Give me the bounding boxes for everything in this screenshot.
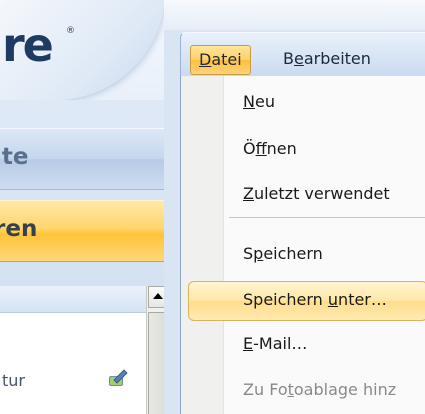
menu-bearbeiten[interactable]: Bearbeiten — [275, 45, 379, 73]
menu-icon-gutter — [181, 76, 223, 414]
registered-mark: ® — [66, 26, 75, 36]
nav-tab-label: ren — [0, 216, 38, 242]
menu-separator — [229, 217, 425, 218]
app-logo: re — [2, 18, 54, 72]
menu-item-speichern[interactable]: Speichern — [243, 244, 323, 263]
menu-item-zuletzt-verwendet[interactable]: Zuletzt verwendet — [243, 184, 390, 203]
title-strip — [164, 0, 425, 30]
logo-area: re ® — [0, 0, 175, 100]
menu-item-zu-fotoablage-disabled: Zu Fotoablage hinz — [243, 380, 397, 399]
gutter-divider — [223, 76, 224, 414]
menu-bar: Datei Bearbeiten — [180, 32, 425, 77]
menu-item-oeffnen[interactable]: Öffnen — [243, 139, 297, 158]
list-item-label: tur — [2, 371, 25, 390]
file-menu-dropdown: Neu Öffnen Zuletzt verwendet Speichern S… — [180, 76, 425, 414]
list-panel: tur — [0, 313, 146, 414]
menu-item-neu[interactable]: Neu — [243, 92, 275, 111]
list-item[interactable]: tur — [0, 361, 146, 401]
nav-tab-partial-ren-active[interactable]: ren — [0, 200, 175, 262]
menu-datei[interactable]: Datei — [190, 45, 251, 75]
nav-tab-partial-ite[interactable]: ite — [0, 128, 175, 190]
menu-item-email[interactable]: E-Mail… — [243, 334, 307, 353]
nav-tab-label: ite — [0, 144, 29, 170]
list-header — [0, 286, 146, 313]
arrow-up-icon — [153, 293, 163, 299]
background-application: re ® ite ren tur — [0, 0, 175, 414]
menu-item-speichern-unter[interactable]: Speichern unter… — [243, 290, 387, 309]
pencil-edit-icon[interactable] — [106, 367, 128, 389]
